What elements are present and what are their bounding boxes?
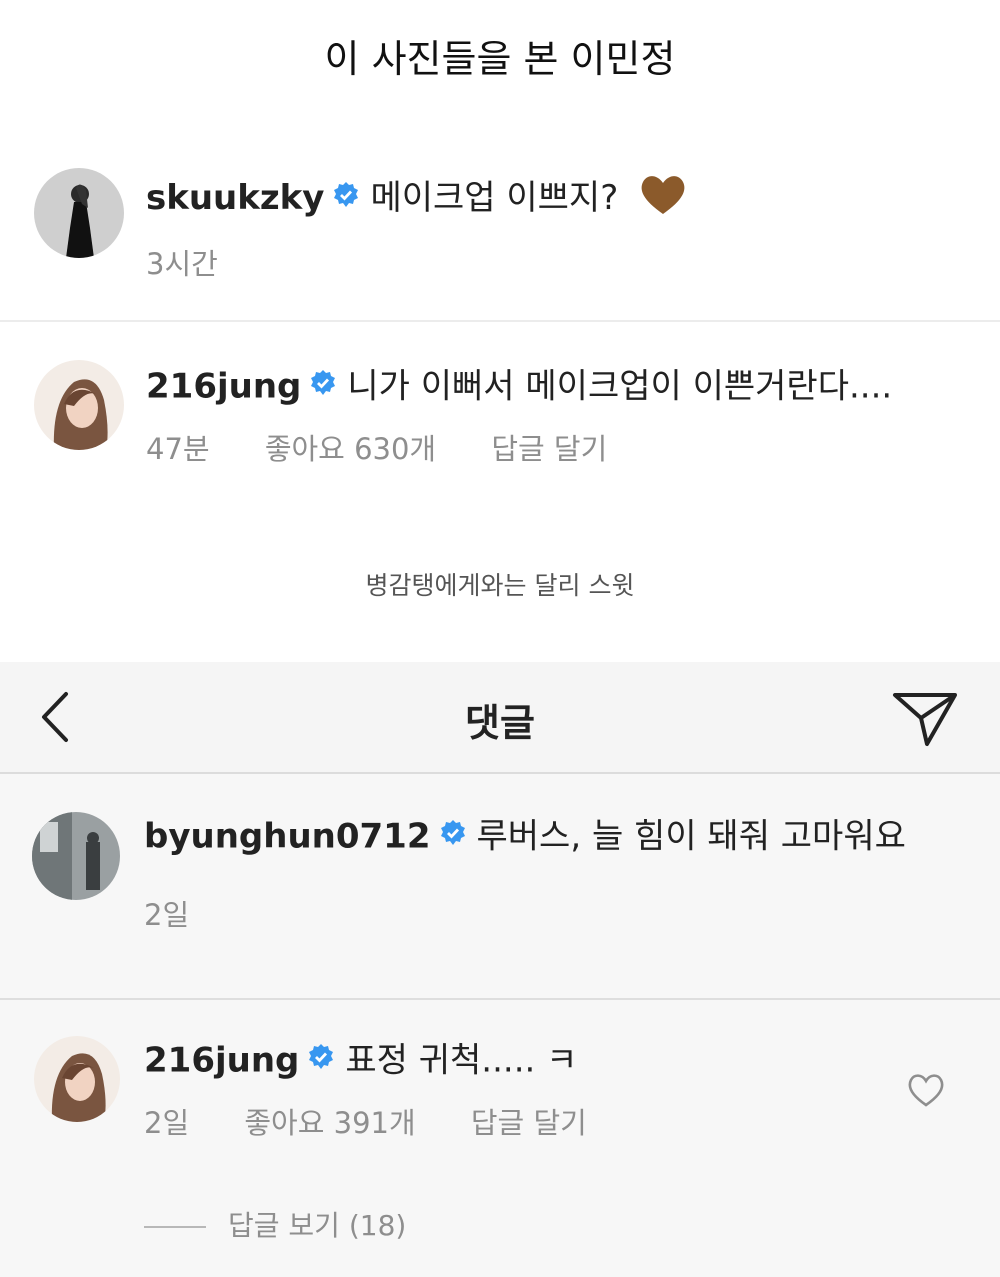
heart-outline-icon[interactable] bbox=[906, 1072, 946, 1112]
reply-button[interactable]: 답글 달기 bbox=[491, 432, 607, 466]
brown-heart-icon bbox=[639, 172, 687, 227]
paper-plane-icon[interactable] bbox=[892, 690, 958, 752]
like-count[interactable]: 좋아요 391개 bbox=[244, 1106, 415, 1140]
verified-badge-icon bbox=[307, 1038, 335, 1082]
verified-badge-icon bbox=[439, 814, 467, 858]
page-title: 이 사진들을 본 이민정 bbox=[324, 37, 676, 81]
comment-time: 2일 bbox=[144, 898, 190, 932]
comment-time: 47분 bbox=[146, 432, 210, 466]
username[interactable]: byunghun0712 bbox=[144, 817, 431, 857]
caption: 병감탱에게와는 달리 스윗 bbox=[365, 571, 635, 600]
comment-text: 표정 귀척..... ㅋ bbox=[345, 1040, 578, 1081]
comments-header: 댓글 bbox=[0, 662, 1000, 774]
verified-badge-icon bbox=[309, 364, 337, 408]
username[interactable]: 216jung bbox=[144, 1041, 299, 1081]
avatar[interactable] bbox=[34, 1036, 120, 1122]
replies-dash bbox=[144, 1226, 206, 1228]
comment-text: 니가 이뻐서 메이크업이 이쁜거란다.... bbox=[347, 366, 893, 407]
avatar[interactable] bbox=[34, 168, 124, 258]
comment-text: 루버스, 늘 힘이 돼줘 고마워요 bbox=[476, 816, 906, 857]
divider bbox=[0, 320, 1000, 322]
header-title: 댓글 bbox=[465, 701, 535, 745]
like-count[interactable]: 좋아요 630개 bbox=[265, 432, 436, 466]
comment-time: 3시간 bbox=[146, 247, 218, 281]
avatar[interactable] bbox=[32, 812, 120, 900]
view-replies-label: 답글 보기 (18) bbox=[228, 1209, 407, 1242]
divider bbox=[0, 998, 1000, 1000]
reply-button[interactable]: 답글 달기 bbox=[471, 1106, 587, 1140]
avatar[interactable] bbox=[34, 360, 124, 450]
username[interactable]: skuukzky bbox=[146, 178, 324, 218]
comment-time: 2일 bbox=[144, 1106, 190, 1140]
comment-text: 메이크업 이쁘지? bbox=[370, 178, 619, 218]
view-replies-button[interactable]: 답글 보기 (18) bbox=[144, 1204, 406, 1244]
verified-badge-icon bbox=[332, 176, 360, 220]
username[interactable]: 216jung bbox=[146, 367, 301, 407]
